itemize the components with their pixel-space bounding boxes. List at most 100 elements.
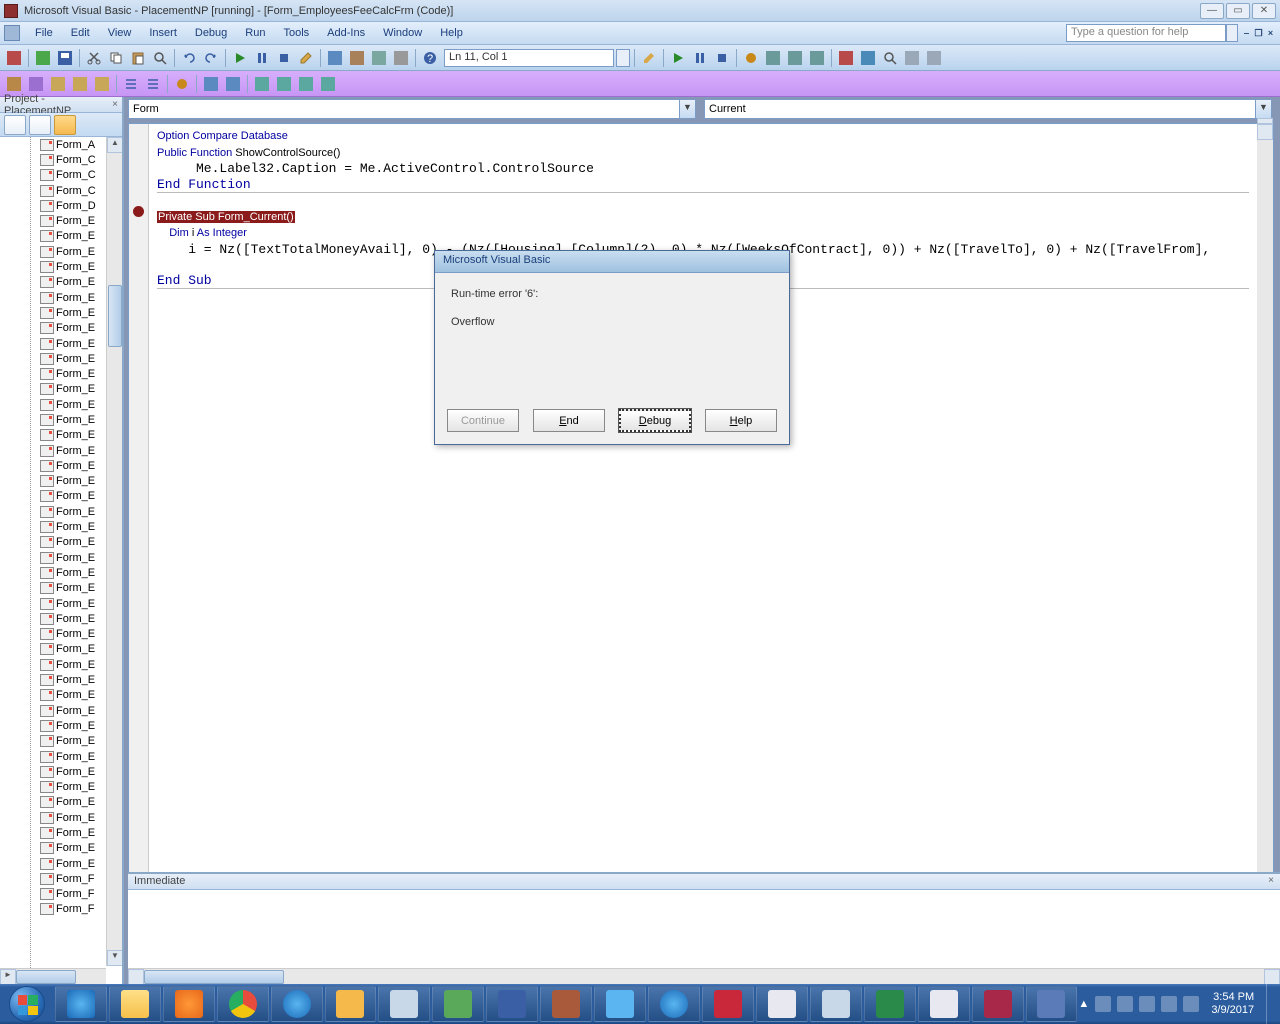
tree-item[interactable]: Form_C [0, 152, 108, 167]
tray-expand-icon[interactable]: ▲ [1078, 998, 1089, 1010]
mdi-close[interactable]: × [1265, 28, 1276, 39]
tree-item[interactable]: Form_E [0, 734, 108, 749]
menu-tools[interactable]: Tools [274, 23, 318, 43]
tree-item[interactable]: Form_E [0, 627, 108, 642]
mdi-restore[interactable]: ❐ [1253, 28, 1264, 39]
tray-clock[interactable]: 3:54 PM 3/9/2017 [1205, 991, 1260, 1017]
break2-icon[interactable] [690, 48, 710, 68]
copy-icon[interactable] [106, 48, 126, 68]
toggle-folders-icon[interactable] [54, 115, 76, 135]
tree-item[interactable]: Form_E [0, 290, 108, 305]
project-close-icon[interactable]: × [112, 99, 118, 110]
tree-item[interactable]: Form_E [0, 672, 108, 687]
toolbox-icon[interactable] [391, 48, 411, 68]
project-explorer-icon[interactable] [325, 48, 345, 68]
tree-item[interactable]: Form_E [0, 504, 108, 519]
minimize-button[interactable]: — [1200, 3, 1224, 19]
taskbar-app4[interactable] [594, 986, 646, 1022]
taskbar-app3[interactable] [540, 986, 592, 1022]
bookmark-prev-icon[interactable] [296, 74, 316, 94]
tree-hscroll[interactable]: ◄ ► [0, 968, 106, 984]
tree-item[interactable]: Form_E [0, 841, 108, 856]
debug-button[interactable]: Debug [619, 409, 691, 432]
comment-block-icon[interactable] [201, 74, 221, 94]
uncomment-block-icon[interactable] [223, 74, 243, 94]
tree-item[interactable]: Form_E [0, 856, 108, 871]
tray-icon[interactable] [1183, 996, 1199, 1012]
tree-item[interactable]: Form_E [0, 550, 108, 565]
tree-item[interactable]: Form_E [0, 703, 108, 718]
tree-item[interactable]: Form_F [0, 887, 108, 902]
menu-edit[interactable]: Edit [62, 23, 99, 43]
menu-insert[interactable]: Insert [140, 23, 186, 43]
procedure-dropdown[interactable]: Current ▼ [704, 99, 1272, 119]
breakpoint-icon[interactable] [741, 48, 761, 68]
object-dropdown[interactable]: Form ▼ [128, 99, 696, 119]
tree-item[interactable]: Form_E [0, 458, 108, 473]
tree-item[interactable]: Form_E [0, 688, 108, 703]
end-button[interactable]: End [533, 409, 605, 432]
project-tree[interactable]: Form_AForm_CForm_CForm_CForm_DForm_EForm… [0, 137, 122, 984]
quick-info-icon[interactable] [48, 74, 68, 94]
tree-item[interactable]: Form_E [0, 749, 108, 764]
taskbar-media[interactable] [163, 986, 215, 1022]
taskbar-app6[interactable] [918, 986, 970, 1022]
help-icon[interactable]: ? [420, 48, 440, 68]
tray-network-icon[interactable] [1117, 996, 1133, 1012]
step-out-icon[interactable] [807, 48, 827, 68]
taskbar-chrome[interactable] [217, 986, 269, 1022]
tree-item[interactable]: Form_F [0, 902, 108, 917]
insert-module-icon[interactable] [33, 48, 53, 68]
call-stack-icon[interactable] [924, 48, 944, 68]
tree-item[interactable]: Form_E [0, 305, 108, 320]
quick-watch-icon[interactable] [902, 48, 922, 68]
tree-hscroll-thumb[interactable] [16, 970, 76, 984]
edit-continue-icon[interactable] [639, 48, 659, 68]
scroll-up-icon[interactable]: ▲ [107, 137, 122, 153]
tree-item[interactable]: Form_E [0, 581, 108, 596]
position-dropdown[interactable] [616, 49, 630, 67]
scroll-up-icon[interactable] [1257, 124, 1273, 140]
taskbar-outlook[interactable] [325, 986, 377, 1022]
taskbar-excel[interactable] [864, 986, 916, 1022]
tree-item[interactable]: Form_E [0, 489, 108, 504]
immediate-window[interactable]: Immediate × [128, 872, 1280, 984]
taskbar-adobe[interactable] [702, 986, 754, 1022]
tree-item[interactable]: Form_E [0, 213, 108, 228]
tree-item[interactable]: Form_E [0, 596, 108, 611]
tree-item[interactable]: Form_E [0, 321, 108, 336]
taskbar-notepad[interactable] [756, 986, 808, 1022]
undo-icon[interactable] [179, 48, 199, 68]
breakpoint-marker-icon[interactable] [133, 206, 144, 217]
immediate-icon[interactable] [858, 48, 878, 68]
start-button[interactable] [0, 984, 54, 1024]
step-into-icon[interactable] [763, 48, 783, 68]
object-browser-icon[interactable] [369, 48, 389, 68]
indent-icon[interactable] [121, 74, 141, 94]
tree-item[interactable]: Form_E [0, 244, 108, 259]
tree-item[interactable]: Form_E [0, 351, 108, 366]
tree-item[interactable]: Form_E [0, 565, 108, 580]
taskbar-word[interactable] [486, 986, 538, 1022]
tree-item[interactable]: Form_E [0, 657, 108, 672]
locals-icon[interactable] [836, 48, 856, 68]
taskbar-help[interactable] [648, 986, 700, 1022]
tree-item[interactable]: Form_E [0, 336, 108, 351]
tree-item[interactable]: Form_E [0, 611, 108, 626]
tray-flag-icon[interactable] [1095, 996, 1111, 1012]
scroll-right-icon[interactable] [1264, 969, 1280, 985]
tree-vscroll[interactable]: ▲ ▼ [106, 137, 122, 966]
complete-word-icon[interactable] [92, 74, 112, 94]
menu-window[interactable]: Window [374, 23, 431, 43]
watch-icon[interactable] [880, 48, 900, 68]
scroll-down-icon[interactable]: ▼ [107, 950, 122, 966]
view-code-icon[interactable] [4, 115, 26, 135]
tree-item[interactable]: Form_E [0, 229, 108, 244]
immediate-hscroll-thumb[interactable] [144, 970, 284, 984]
tree-item[interactable]: Form_F [0, 871, 108, 886]
tree-item[interactable]: Form_E [0, 259, 108, 274]
redo-icon[interactable] [201, 48, 221, 68]
tree-item[interactable]: Form_E [0, 519, 108, 534]
tree-item[interactable]: Form_E [0, 795, 108, 810]
tree-vscroll-thumb[interactable] [108, 285, 122, 347]
